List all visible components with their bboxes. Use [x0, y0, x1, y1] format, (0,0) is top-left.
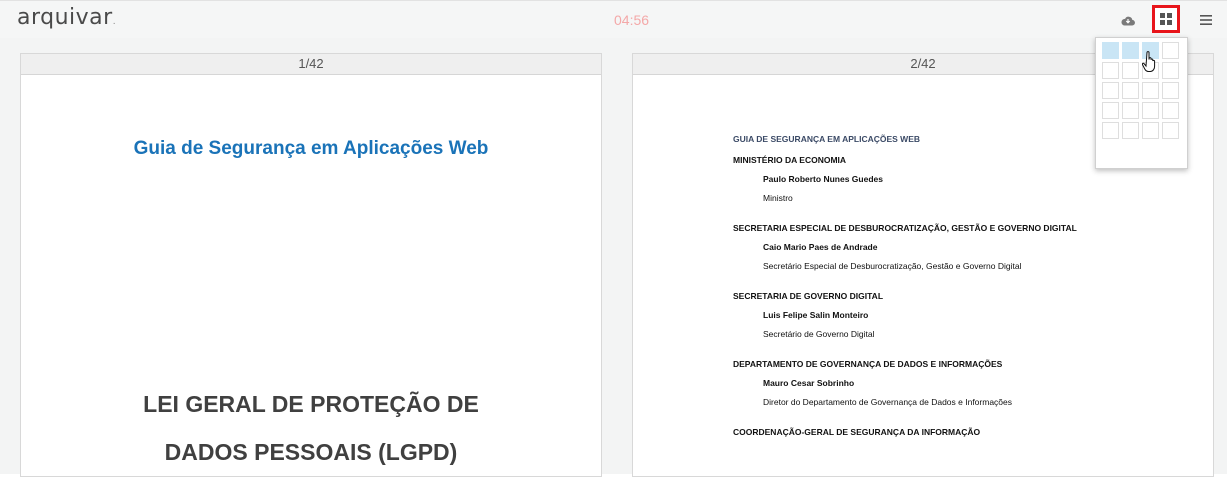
- page-number-label: 1/42: [21, 54, 601, 75]
- top-bar: arquivar. 04:56: [0, 0, 1227, 38]
- layout-grid-cell[interactable]: [1162, 62, 1179, 79]
- person-role: Secretário de Governo Digital: [763, 329, 875, 339]
- layout-grid-cell[interactable]: [1122, 62, 1139, 79]
- menu-icon: [1200, 15, 1212, 25]
- section-title: SECRETARIA DE GOVERNO DIGITAL: [733, 291, 884, 301]
- document-viewer[interactable]: 1/42 Guia de Segurança em Aplicações Web…: [0, 38, 1227, 477]
- credits-block: GUIA DE SEGURANÇA EM APLICAÇÕES WEB MINI…: [733, 134, 1203, 457]
- main-menu-button[interactable]: [1199, 12, 1213, 28]
- person-role: Diretor do Departamento de Governança de…: [763, 397, 1012, 407]
- layout-grid-cell[interactable]: [1122, 122, 1139, 139]
- layout-grid-button[interactable]: [1152, 5, 1180, 33]
- layout-grid-cell[interactable]: [1162, 102, 1179, 119]
- layout-grid-cell[interactable]: [1102, 102, 1119, 119]
- credit-section: SECRETARIA ESPECIAL DE DESBUROCRATIZAÇÃO…: [733, 223, 1203, 271]
- credit-section: DEPARTAMENTO DE GOVERNANÇA DE DADOS E IN…: [733, 359, 1203, 407]
- person-role: Secretário Especial de Desburocratização…: [763, 261, 1022, 271]
- section-title: COORDENAÇÃO-GERAL DE SEGURANÇA DA INFORM…: [733, 427, 981, 437]
- person-name: Luis Felipe Salin Monteiro: [763, 310, 869, 320]
- layout-grid-cell[interactable]: [1142, 82, 1159, 99]
- document-subject: LEI GERAL DE PROTEÇÃO DE DADOS PESSOAIS …: [21, 380, 601, 476]
- layout-grid-cell[interactable]: [1102, 42, 1119, 59]
- page-1[interactable]: 1/42 Guia de Segurança em Aplicações Web…: [20, 53, 602, 477]
- person-role: Ministro: [763, 193, 793, 203]
- app-logo[interactable]: arquivar.: [17, 5, 116, 30]
- section-title: DEPARTAMENTO DE GOVERNANÇA DE DADOS E IN…: [733, 359, 1003, 369]
- subject-line-2: DADOS PESSOAIS (LGPD): [164, 439, 458, 465]
- layout-grid-cell[interactable]: [1162, 42, 1179, 59]
- layout-grid-cell[interactable]: [1162, 82, 1179, 99]
- layout-grid-cell[interactable]: [1122, 42, 1139, 59]
- layout-grid-cell[interactable]: [1142, 122, 1159, 139]
- logo-text: arquivar: [17, 5, 113, 30]
- cloud-download-icon: [1121, 16, 1135, 26]
- layout-grid-cell[interactable]: [1102, 122, 1119, 139]
- layout-grid-cell[interactable]: [1102, 82, 1119, 99]
- person-name: Mauro Cesar Sobrinho: [763, 378, 855, 388]
- layout-grid: [1102, 42, 1179, 139]
- grid-layout-icon: [1160, 13, 1172, 25]
- credit-section: COORDENAÇÃO-GERAL DE SEGURANÇA DA INFORM…: [733, 427, 1203, 437]
- layout-grid-cell[interactable]: [1162, 122, 1179, 139]
- credit-section: SECRETARIA DE GOVERNO DIGITAL Luis Felip…: [733, 291, 1203, 339]
- layout-grid-cell[interactable]: [1122, 102, 1139, 119]
- cloud-download-button[interactable]: [1120, 12, 1136, 28]
- person-name: Caio Mario Paes de Andrade: [763, 242, 878, 252]
- layout-grid-cell[interactable]: [1142, 102, 1159, 119]
- layout-grid-cell[interactable]: [1102, 62, 1119, 79]
- layout-grid-cell[interactable]: [1122, 82, 1139, 99]
- hand-cursor-icon: [1142, 51, 1156, 72]
- logo-mark: .: [112, 17, 117, 27]
- document-title: Guia de Segurança em Aplicações Web: [133, 138, 489, 159]
- section-title: SECRETARIA ESPECIAL DE DESBUROCRATIZAÇÃO…: [733, 223, 1077, 233]
- person-name: Paulo Roberto Nunes Guedes: [763, 174, 883, 184]
- session-timer: 04:56: [614, 12, 650, 28]
- subject-line-1: LEI GERAL DE PROTEÇÃO DE: [143, 391, 479, 417]
